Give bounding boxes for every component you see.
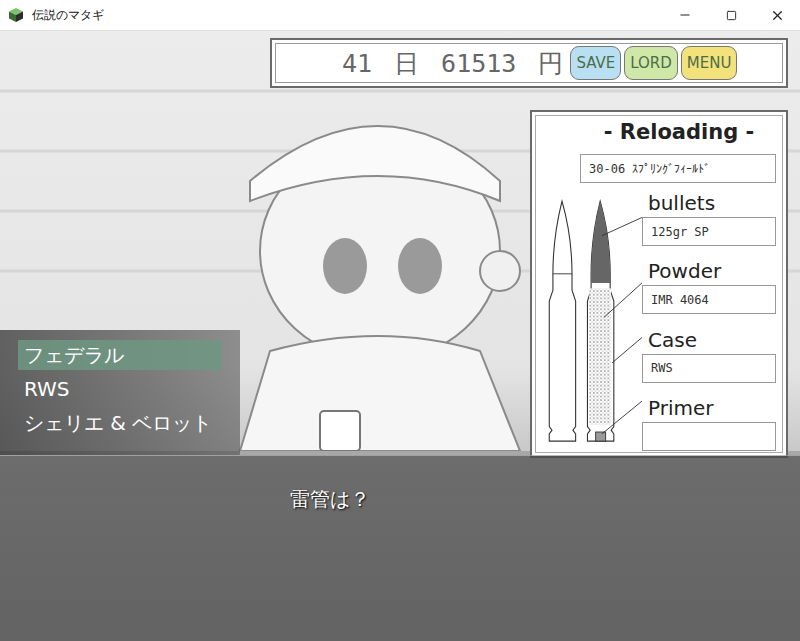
minimize-icon [678,8,692,22]
component-label: Powder [648,259,776,285]
choice-item[interactable]: RWS [18,374,222,404]
component-label: bullets [648,191,776,217]
component-label: Primer [648,396,776,422]
game-stage: 41 日 61513 円SAVELORDMENU - Reloading - 30-06 … [0,31,800,641]
component-group: CaseRWS [642,328,776,383]
hud-button[interactable]: SAVE [570,46,621,80]
close-icon [770,8,785,23]
component-group: bullets125gr SP [642,191,776,246]
component-field: IMR 4064 [642,285,776,314]
cartridge-diagram-icon [542,187,642,457]
reloading-panel: - Reloading - 30-06 ｽﾌﾟﾘﾝｸﾞﾌｨｰﾙﾄﾞ bullets1… [530,110,788,458]
close-button[interactable] [754,0,800,30]
choice-menu: フェデラル RWS シェリエ & ベロット [0,330,240,455]
maximize-button[interactable] [708,0,754,30]
component-label: Case [648,328,776,354]
hud-button[interactable]: MENU [681,46,738,80]
component-field: 125gr SP [642,217,776,246]
maximize-icon [726,10,737,21]
message-text: 雷管は？ [290,486,800,513]
title-bar: 伝説のマタギ [0,0,800,31]
money-amount: 61513 [441,49,516,78]
component-field [642,422,776,451]
panel-body: bullets125gr SP PowderIMR 4064 CaseRWS Prim… [542,187,776,457]
choice-item[interactable]: シェリエ & ベロット [18,408,222,438]
component-group: PowderIMR 4064 [642,259,776,314]
hud-button[interactable]: LORD [624,46,678,80]
component-field: RWS [642,354,776,383]
app-cube-icon [8,7,24,23]
cartridge-field: 30-06 ｽﾌﾟﾘﾝｸﾞﾌｨｰﾙﾄﾞ [580,154,776,183]
day-count: 41 [342,49,372,78]
panel-title: - Reloading - [582,120,776,148]
choice-item[interactable]: フェデラル [18,340,222,370]
message-box: 雷管は？ [0,455,800,641]
component-group: Primer [642,396,776,451]
window-title: 伝説のマタギ [32,7,662,24]
minimize-button[interactable] [662,0,708,30]
money-unit: 円 [538,47,563,80]
status-hud: 41 日 61513 円SAVELORDMENU [270,38,788,88]
component-list: bullets125gr SP PowderIMR 4064 CaseRWS Prim… [642,187,776,457]
game-window: 伝説のマタギ 41 日 61513 円SAVELORDMENU - Reloading -… [0,0,800,641]
day-unit: 日 [394,47,419,80]
